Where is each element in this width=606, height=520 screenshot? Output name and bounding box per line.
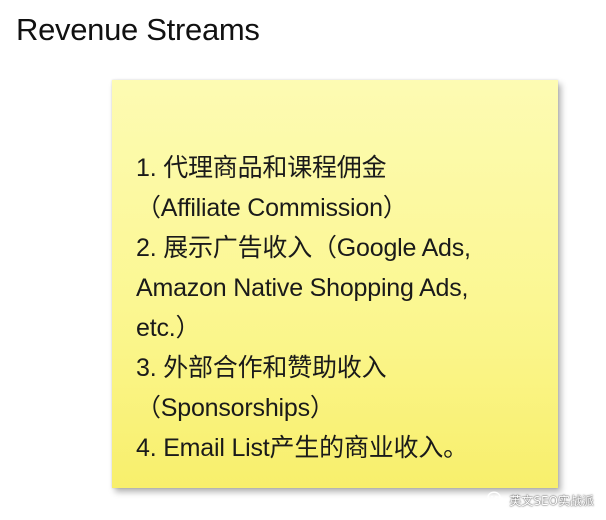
list-item: 4. Email List产生的商业收入。 xyxy=(136,434,468,462)
list-item: （Affiliate Commission） xyxy=(136,194,408,222)
wechat-icon xyxy=(487,491,505,510)
list-item: etc.） xyxy=(136,314,201,342)
slide-title: Revenue Streams xyxy=(16,12,260,47)
list-item: Amazon Native Shopping Ads, xyxy=(136,274,469,302)
revenue-list: 1. 代理商品和课程佣金 （Affiliate Commission） 2. 展… xyxy=(136,148,550,468)
watermark-text: 英文SEO实战派 xyxy=(509,494,594,508)
sticky-note: 1. 代理商品和课程佣金 （Affiliate Commission） 2. 展… xyxy=(112,80,558,488)
list-item: （Sponsorships） xyxy=(136,394,335,422)
list-item: 1. 代理商品和课程佣金 xyxy=(136,154,387,182)
watermark: 英文SEO实战派 xyxy=(487,491,594,510)
list-item: 2. 展示广告收入（Google Ads, xyxy=(136,234,471,262)
list-item: 3. 外部合作和赞助收入 xyxy=(136,354,387,382)
